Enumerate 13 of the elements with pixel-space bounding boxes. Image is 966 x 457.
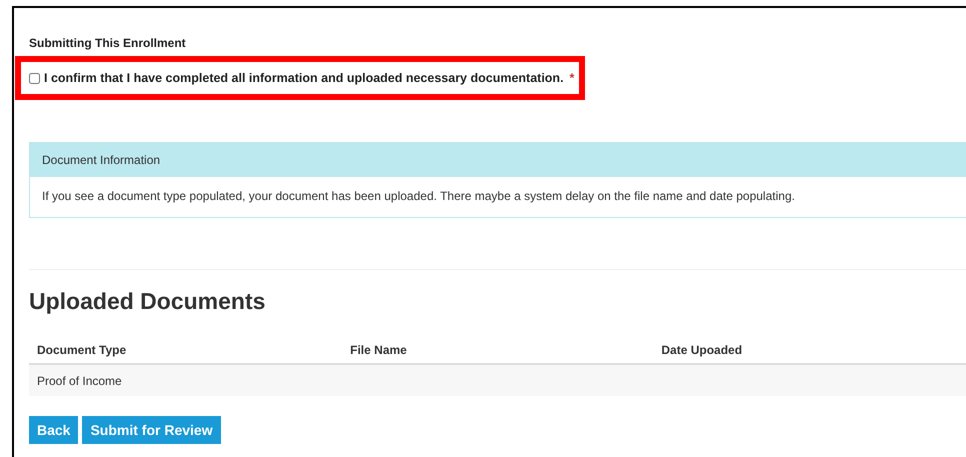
confirm-checkbox[interactable] [29, 72, 40, 84]
required-mark: * [570, 71, 574, 85]
section-heading: Uploaded Documents [29, 288, 266, 315]
panel-title: Document Information [42, 153, 160, 167]
column-header: Document Type [37, 343, 126, 357]
action-button[interactable]: Back [29, 416, 78, 444]
panel-text: If you see a document type populated, your document has been uploaded. There maybe a system delay on the file name and date populating. [42, 189, 795, 203]
column-header: Date Upoaded [661, 343, 742, 357]
column-header: File Name [350, 343, 407, 357]
section-title: Submitting This Enrollment [29, 36, 187, 50]
action-button[interactable]: Submit for Review [82, 416, 221, 444]
confirm-label: I confirm that I have completed all information and uploaded necessary documentation. [44, 71, 564, 85]
table-cell: Proof of Income [37, 374, 122, 388]
